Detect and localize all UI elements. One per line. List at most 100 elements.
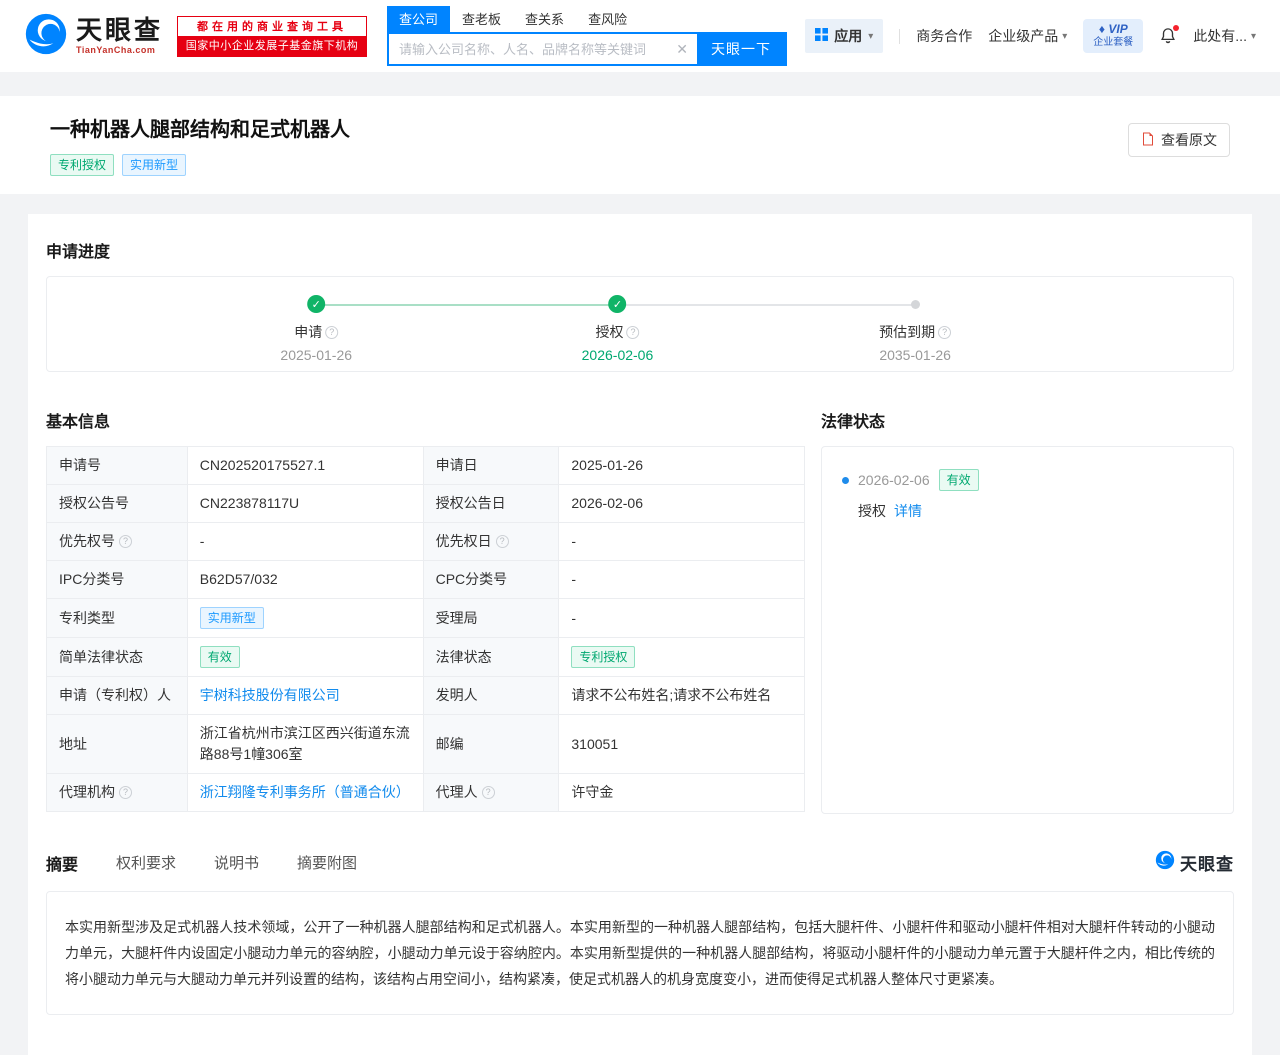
step-label: 申请: [294, 324, 323, 340]
label-legal-status: 法律状态: [422, 637, 560, 677]
tab-claims[interactable]: 权利要求: [116, 852, 176, 873]
apps-label: 应用: [834, 28, 863, 44]
value-priority-number: -: [186, 522, 424, 561]
table-row: 代理机构? 浙江翔隆专利事务所（普通合伙） 代理人? 许守金: [46, 773, 805, 812]
tab-figures[interactable]: 摘要附图: [297, 852, 357, 873]
step-date: 2026-02-06: [581, 347, 654, 363]
step-label: 授权: [595, 324, 624, 340]
tianyancha-logo[interactable]: 天眼查 TianYanCha.com: [24, 12, 163, 61]
search-tab-risk[interactable]: 查风险: [576, 6, 639, 32]
help-icon[interactable]: ?: [481, 786, 495, 799]
timeline-bullet-icon: [842, 476, 849, 484]
legal-status-section: 法律状态 2026-02-06 有效 授权 详情: [821, 408, 1234, 814]
utility-model-tag: 实用新型: [199, 607, 264, 629]
legal-detail-link[interactable]: 详情: [894, 501, 922, 521]
user-account-menu[interactable]: 此处有... ▾: [1193, 26, 1256, 46]
search-button[interactable]: 天眼一下: [697, 34, 786, 64]
search-tab-relation[interactable]: 查关系: [513, 6, 576, 32]
table-row: 专利类型 实用新型 受理局 -: [46, 598, 805, 638]
search-input[interactable]: [389, 41, 668, 57]
label-ipc-class: IPC分类号: [46, 560, 188, 599]
label-agent: 代理人?: [422, 773, 560, 812]
top-navigation-bar: 天眼查 TianYanCha.com 都在用的商业查询工具 国家中小企业发展子基…: [0, 0, 1280, 72]
label-agency: 代理机构?: [46, 773, 188, 812]
vip-package-button[interactable]: ♦ VIP 企业套餐: [1083, 19, 1144, 53]
progress-section-heading: 申请进度: [46, 244, 111, 261]
divider: [899, 28, 901, 44]
tianyancha-watermark-logo: 天眼查: [1155, 850, 1234, 875]
help-icon[interactable]: ?: [119, 535, 132, 548]
chevron-down-icon: ▾: [1250, 30, 1256, 42]
timeline-segment-pending: [617, 304, 916, 306]
value-inventor: 请求不公布姓名;请求不公布姓名: [558, 676, 805, 715]
search-tab-company[interactable]: 查公司: [387, 6, 451, 32]
check-icon: ✓: [608, 295, 627, 313]
clear-icon[interactable]: ✕: [667, 41, 697, 58]
abstract-text: 本实用新型涉及足式机器人技术领域，公开了一种机器人腿部结构和足式机器人。本实用新…: [65, 919, 1215, 987]
applicant-link[interactable]: 宇树科技股份有限公司: [200, 687, 340, 703]
basic-info-section: 基本信息 申请号 CN202520175527.1 申请日 2025-01-26…: [46, 408, 805, 812]
chevron-down-icon: ▾: [868, 30, 874, 42]
patent-granted-tag: 专利授权: [50, 154, 115, 176]
progress-step-application: ✓ 申请 ? 2025-01-26: [280, 295, 352, 363]
help-icon[interactable]: ?: [626, 325, 640, 339]
help-icon[interactable]: ?: [938, 325, 952, 339]
step-date: 2025-01-26: [280, 347, 353, 363]
granted-tag: 专利授权: [571, 646, 636, 668]
user-label: 此处有...: [1193, 28, 1247, 44]
value-accepting-office: -: [558, 598, 805, 638]
value-postal-code: 310051: [558, 714, 805, 774]
apps-menu-button[interactable]: 应用 ▾: [805, 19, 884, 53]
tab-abstract[interactable]: 摘要: [46, 851, 78, 875]
tianyancha-logo-icon: [24, 12, 68, 61]
watermark-text: 天眼查: [1180, 855, 1234, 874]
basic-info-heading: 基本信息: [46, 414, 111, 431]
valid-tag: 有效: [938, 469, 979, 491]
apps-grid-icon: [815, 28, 829, 44]
nav-business-cooperation[interactable]: 商务合作: [916, 26, 972, 46]
agency-link[interactable]: 浙江翔隆专利事务所（普通合伙）: [200, 784, 410, 800]
help-icon[interactable]: ?: [325, 325, 339, 339]
label-application-number: 申请号: [46, 446, 188, 485]
tab-description[interactable]: 说明书: [214, 852, 259, 873]
check-icon: ✓: [307, 295, 326, 313]
search-tabs: 查公司 查老板 查关系 查风险: [387, 6, 787, 32]
vip-diamond-icon: ♦: [1098, 22, 1106, 36]
content-tabs: 摘要 权利要求 说明书 摘要附图 天眼查: [46, 850, 1234, 875]
label-simple-legal-status: 简单法律状态: [46, 637, 188, 677]
view-original-button[interactable]: 查看原文: [1128, 123, 1230, 157]
label-address: 地址: [46, 714, 188, 774]
document-icon: [1141, 132, 1155, 149]
notification-bell-icon[interactable]: [1159, 25, 1180, 45]
search-box: ✕ 天眼一下: [387, 32, 788, 66]
value-simple-legal-status: 有效: [186, 637, 424, 677]
logo-domain-text: TianYanCha.com: [76, 45, 156, 55]
promo-badge: 都在用的商业查询工具 国家中小企业发展子基金旗下机构: [177, 15, 368, 57]
search-area: 查公司 查老板 查关系 查风险 ✕ 天眼一下: [387, 6, 788, 66]
step-label: 预估到期: [879, 324, 936, 340]
value-application-date: 2025-01-26: [558, 446, 805, 485]
label-accepting-office: 受理局: [422, 598, 560, 638]
patent-title-section: 一种机器人腿部结构和足式机器人 专利授权 实用新型 查看原文: [0, 96, 1280, 194]
nav-enterprise-product[interactable]: 企业级产品 ▾: [988, 26, 1067, 46]
legal-status-heading: 法律状态: [821, 414, 886, 431]
value-applicant: 宇树科技股份有限公司: [186, 676, 424, 715]
promo-line1: 都在用的商业查询工具: [197, 20, 348, 33]
valid-tag: 有效: [199, 646, 240, 668]
value-patent-type: 实用新型: [186, 598, 424, 638]
value-legal-status: 专利授权: [558, 637, 805, 677]
logo-cn-text: 天眼查: [76, 15, 164, 45]
label-postal-code: 邮编: [422, 714, 560, 774]
value-application-number: CN202520175527.1: [186, 446, 424, 485]
timeline-segment-done: [316, 304, 618, 306]
header-right-nav: 应用 ▾ 商务合作 企业级产品 ▾ ♦ VIP 企业套餐 此处有... ▾: [805, 19, 1256, 53]
table-row: 申请（专利权）人 宇树科技股份有限公司 发明人 请求不公布姓名;请求不公布姓名: [46, 676, 805, 715]
label-priority-date: 优先权日?: [422, 522, 560, 561]
table-row: 简单法律状态 有效 法律状态 专利授权: [46, 637, 805, 677]
promo-line2: 国家中小企业发展子基金旗下机构: [178, 35, 367, 56]
search-tab-boss[interactable]: 查老板: [450, 6, 513, 32]
tianyancha-logo-icon: [1155, 850, 1175, 875]
help-icon[interactable]: ?: [119, 786, 132, 799]
vip-label: VIP: [1108, 22, 1128, 36]
help-icon[interactable]: ?: [495, 535, 509, 548]
